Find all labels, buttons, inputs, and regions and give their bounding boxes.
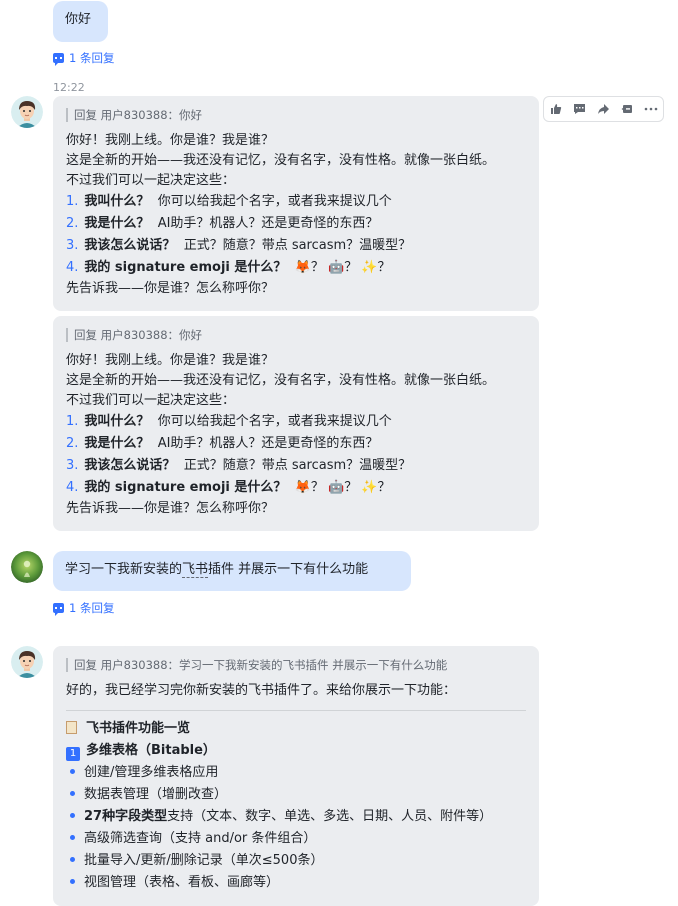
list-item: 创建/管理多维表格应用	[66, 762, 526, 784]
list-item: 数据表管理（增删改查）	[66, 784, 526, 806]
message-line: 不过我们可以一起决定这些：	[66, 393, 236, 408]
thumbs-up-icon[interactable]	[544, 97, 568, 121]
doc-link[interactable]: 飞书	[182, 562, 209, 578]
message-line: 这是全新的开始——我还没有记忆，没有名字，没有性格。就像一张白纸。	[66, 153, 496, 168]
divider	[66, 710, 526, 711]
timestamp: 12:22	[53, 81, 85, 94]
bot-reply-card[interactable]: 回复 用户830388：你好 你好！我刚上线。你是谁？我是谁？ 这是全新的开始—…	[53, 96, 539, 311]
message-text: 你好	[65, 12, 92, 27]
more-icon[interactable]	[639, 97, 663, 121]
list-item: 27种字段类型支持（文本、数字、单选、多选、日期、人员、附件等）	[66, 806, 526, 828]
share-icon[interactable]	[615, 97, 639, 121]
forward-icon[interactable]	[592, 97, 616, 121]
list-item: 2. 我是什么？ AI助手？机器人？还是更奇怪的东西？	[66, 216, 379, 231]
reply-quote: 回复 用户830388：你好	[66, 328, 526, 342]
list-item: 视图管理（表格、看板、画廊等）	[66, 872, 526, 894]
message-text: 学习一下我新安装的	[65, 562, 183, 577]
list-item: 2. 我是什么？ AI助手？机器人？还是更奇怪的东西？	[66, 436, 379, 451]
reply-quote: 回复 用户830388：你好	[66, 108, 526, 122]
list-item: 1. 我叫什么？ 你可以给我起个名字，或者我来提议几个	[66, 194, 392, 209]
reply-quote: 回复 用户830388：学习一下我新安装的飞书插件 并展示一下有什么功能	[66, 658, 526, 672]
reply-count: 1 条回复	[69, 51, 115, 65]
message-line: 先告诉我——你是谁？怎么称呼你？	[66, 281, 275, 296]
bot-avatar[interactable]	[11, 96, 43, 128]
bot-reply-card[interactable]: 回复 用户830388：学习一下我新安装的飞书插件 并展示一下有什么功能 好的，…	[53, 646, 539, 906]
list-item: 1. 我叫什么？ 你可以给我起个名字，或者我来提议几个	[66, 414, 392, 429]
reply-count: 1 条回复	[69, 601, 115, 615]
section-heading: 飞书插件功能一览	[66, 718, 526, 740]
message-line: 你好！我刚上线。你是谁？我是谁？	[66, 133, 275, 148]
list-item: 4. 我的 signature emoji 是什么？ 🦊？ 🤖？ ✨？	[66, 480, 391, 495]
user-message-bubble[interactable]: 你好	[53, 1, 108, 42]
reply-thread-link[interactable]: 1 条回复	[53, 50, 114, 66]
message-line: 你好！我刚上线。你是谁？我是谁？	[66, 353, 275, 368]
message-line: 先告诉我——你是谁？怎么称呼你？	[66, 501, 275, 516]
list-item: 3. 我该怎么说话？ 正式？随意？带点 sarcasm？温暖型？	[66, 238, 412, 253]
message-line: 好的，我已经学习完你新安装的飞书插件了。来给你展示一下功能：	[66, 683, 457, 698]
keycap-one-icon: 1	[66, 747, 80, 761]
message-action-toolbar	[543, 96, 664, 122]
list-item: 高级筛选查询（支持 and/or 条件组合）	[66, 828, 526, 850]
message-line: 不过我们可以一起决定这些：	[66, 173, 236, 188]
comment-icon[interactable]	[568, 97, 592, 121]
user-avatar[interactable]	[11, 551, 43, 583]
clipboard-icon	[66, 721, 77, 734]
message-text: 插件 并展示一下有什么功能	[208, 562, 369, 577]
list-item: 4. 我的 signature emoji 是什么？ 🦊？ 🤖？ ✨？	[66, 260, 391, 275]
bot-avatar[interactable]	[11, 646, 43, 678]
user-message-bubble[interactable]: 学习一下我新安装的飞书插件 并展示一下有什么功能	[53, 551, 411, 591]
section-title: 1 多维表格（Bitable）	[66, 740, 526, 762]
message-line: 这是全新的开始——我还没有记忆，没有名字，没有性格。就像一张白纸。	[66, 373, 496, 388]
comment-icon	[53, 603, 64, 616]
bot-reply-card[interactable]: 回复 用户830388：你好 你好！我刚上线。你是谁？我是谁？ 这是全新的开始—…	[53, 316, 539, 531]
list-item: 批量导入/更新/删除记录（单次≤500条）	[66, 850, 526, 872]
list-item: 3. 我该怎么说话？ 正式？随意？带点 sarcasm？温暖型？	[66, 458, 412, 473]
reply-thread-link[interactable]: 1 条回复	[53, 600, 114, 616]
comment-icon	[53, 53, 64, 66]
